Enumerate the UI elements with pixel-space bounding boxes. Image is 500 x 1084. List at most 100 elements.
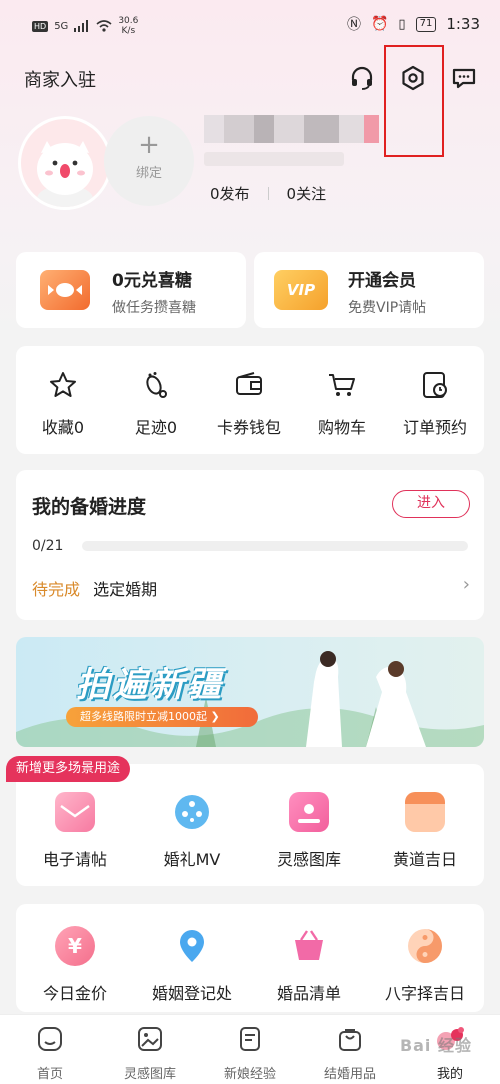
vip-promo-card[interactable]: VIP 开通会员 免费VIP请帖 bbox=[254, 252, 484, 328]
net-speed: 30.6 K/s bbox=[118, 16, 138, 36]
status-right: Ⓝ ⏰ ▯ 71 1:33 bbox=[347, 14, 480, 34]
lucky-day-label: 黄道吉日 bbox=[392, 850, 457, 869]
candy-icon bbox=[40, 270, 90, 310]
progress-count: 0/21 bbox=[32, 538, 64, 554]
wedding-mv-label: 婚礼MV bbox=[163, 850, 221, 869]
invitation-icon bbox=[55, 792, 95, 832]
headset-icon[interactable] bbox=[346, 62, 378, 94]
wedding-progress-card[interactable]: 我的备婚进度 进入 0/21 待完成 选定婚期 › bbox=[16, 470, 484, 620]
posts-count[interactable]: 0发布 bbox=[210, 183, 250, 204]
cart-label: 购物车 bbox=[317, 418, 366, 437]
vip-promo-title: 开通会员 bbox=[348, 271, 416, 291]
todo-item[interactable]: 待完成 选定婚期 bbox=[32, 576, 157, 600]
gallery-label: 灵感图库 bbox=[276, 850, 341, 869]
orders-label: 订单预约 bbox=[402, 418, 467, 437]
bazi-label: 八字择吉日 bbox=[384, 984, 465, 1003]
gallery-tool[interactable]: 灵感图库 bbox=[254, 792, 364, 870]
orders-button[interactable]: 订单预约 bbox=[390, 370, 480, 438]
gallery-icon bbox=[289, 792, 329, 832]
footprints-label: 足迹0 bbox=[134, 418, 178, 437]
invitation-label: 电子请帖 bbox=[42, 850, 107, 869]
chevron-right-icon[interactable]: › bbox=[463, 574, 470, 595]
enter-button[interactable]: 进入 bbox=[392, 490, 470, 518]
tab-wedding-supplies[interactable]: 结婚用品 bbox=[300, 1025, 400, 1082]
notes-icon bbox=[240, 1027, 260, 1051]
clock-time: 1:33 bbox=[446, 15, 480, 33]
tab-home[interactable]: 首页 bbox=[0, 1025, 100, 1082]
avatar[interactable] bbox=[18, 116, 112, 210]
candy-promo-subtitle: 做任务攒喜糖 bbox=[112, 300, 196, 316]
tab-wedding-supplies-label: 结婚用品 bbox=[323, 1067, 376, 1082]
invitation-tool[interactable]: 电子请帖 bbox=[20, 792, 130, 870]
cart-icon bbox=[329, 374, 355, 396]
baidu-watermark: Bai 经验 bbox=[399, 1036, 472, 1055]
quick-actions-card: 收藏0 足迹0 卡券钱包 购物车 订单预约 bbox=[16, 346, 484, 454]
username-redacted bbox=[204, 115, 379, 143]
basket-icon bbox=[289, 926, 329, 966]
vip-promo-subtitle: 免费VIP请帖 bbox=[348, 300, 427, 316]
bind-partner-button[interactable]: + 绑定 bbox=[104, 116, 194, 206]
tab-gallery[interactable]: 灵感图库 bbox=[100, 1025, 200, 1082]
film-reel-icon bbox=[172, 792, 212, 832]
order-clock-icon bbox=[423, 372, 447, 398]
footprint-icon bbox=[146, 372, 167, 398]
candy-promo-text: 0元兑喜糖 做任务攒喜糖 bbox=[112, 266, 196, 317]
lucky-day-tool[interactable]: 黄道吉日 bbox=[370, 792, 480, 870]
wallet-label: 卡券钱包 bbox=[216, 418, 281, 437]
tools-card-1: 电子请帖 婚礼MV 灵感图库 黄道吉日 bbox=[16, 764, 484, 886]
registry-office-tool[interactable]: 婚姻登记处 bbox=[137, 926, 247, 1004]
tab-home-label: 首页 bbox=[36, 1067, 63, 1082]
gold-price-icon: ¥ bbox=[55, 926, 95, 966]
yin-yang-icon bbox=[405, 926, 445, 966]
gallery-tab-icon bbox=[138, 1027, 162, 1051]
banner-offer-pill: 超多线路限时立减1000起 ❯ bbox=[66, 707, 258, 727]
plus-icon: + bbox=[138, 130, 160, 160]
location-pin-icon bbox=[172, 926, 212, 966]
candy-promo-card[interactable]: 0元兑喜糖 做任务攒喜糖 bbox=[16, 252, 246, 328]
wedding-list-tool[interactable]: 婚品清单 bbox=[254, 926, 364, 1004]
progress-title: 我的备婚进度 bbox=[32, 496, 147, 518]
signal-icon bbox=[74, 20, 89, 32]
tab-bride-experience[interactable]: 新娘经验 bbox=[200, 1025, 300, 1082]
alarm-icon: ⏰ bbox=[370, 16, 389, 32]
stats-divider bbox=[267, 187, 269, 200]
signal-label: 5G bbox=[54, 20, 69, 32]
footprints-button[interactable]: 足迹0 bbox=[111, 370, 201, 438]
gold-price-tool[interactable]: ¥ 今日金价 bbox=[20, 926, 130, 1004]
wedding-mv-tool[interactable]: 婚礼MV bbox=[137, 792, 247, 870]
cart-button[interactable]: 购物车 bbox=[297, 370, 387, 438]
hd-badge: HD bbox=[32, 20, 49, 32]
tools-card-2: ¥ 今日金价 婚姻登记处 婚品清单 八字择吉日 bbox=[16, 904, 484, 1012]
tab-bride-experience-label: 新娘经验 bbox=[223, 1067, 276, 1082]
todo-tag: 待完成 bbox=[32, 580, 81, 599]
bird-mascot-icon bbox=[37, 141, 93, 207]
todo-text: 选定婚期 bbox=[93, 580, 158, 599]
wallet-button[interactable]: 卡券钱包 bbox=[204, 370, 294, 438]
registry-office-label: 婚姻登记处 bbox=[151, 984, 232, 1003]
vip-icon: VIP bbox=[274, 270, 328, 310]
favorites-button[interactable]: 收藏0 bbox=[18, 370, 108, 438]
candy-promo-title: 0元兑喜糖 bbox=[112, 271, 192, 291]
follows-count[interactable]: 0关注 bbox=[287, 183, 327, 204]
message-icon[interactable] bbox=[448, 62, 480, 94]
tab-profile-label: 我的 bbox=[436, 1067, 463, 1082]
calendar-icon bbox=[405, 792, 445, 832]
bag-icon bbox=[339, 1029, 361, 1051]
xinjiang-banner[interactable]: 拍遍新疆 超多线路限时立减1000起 ❯ bbox=[16, 637, 484, 747]
tab-gallery-label: 灵感图库 bbox=[123, 1067, 176, 1082]
star-icon bbox=[50, 372, 76, 397]
bazi-tool[interactable]: 八字择吉日 bbox=[370, 926, 480, 1004]
vibrate-icon: ▯ bbox=[398, 16, 406, 32]
new-feature-tag: 新增更多场景用途 bbox=[6, 756, 131, 782]
profile-stats: 0发布 0关注 bbox=[210, 183, 326, 204]
gold-price-label: 今日金价 bbox=[42, 984, 107, 1003]
home-icon bbox=[38, 1027, 62, 1051]
merchant-entry-link[interactable]: 商家入驻 bbox=[24, 66, 96, 92]
battery-level: 71 bbox=[415, 16, 437, 32]
vip-badge-text: VIP bbox=[286, 281, 316, 299]
settings-highlight-box bbox=[384, 45, 444, 157]
progress-bar bbox=[82, 541, 468, 551]
favorites-label: 收藏0 bbox=[41, 418, 85, 437]
vip-promo-text: 开通会员 免费VIP请帖 bbox=[348, 266, 426, 317]
bind-label: 绑定 bbox=[135, 166, 162, 181]
